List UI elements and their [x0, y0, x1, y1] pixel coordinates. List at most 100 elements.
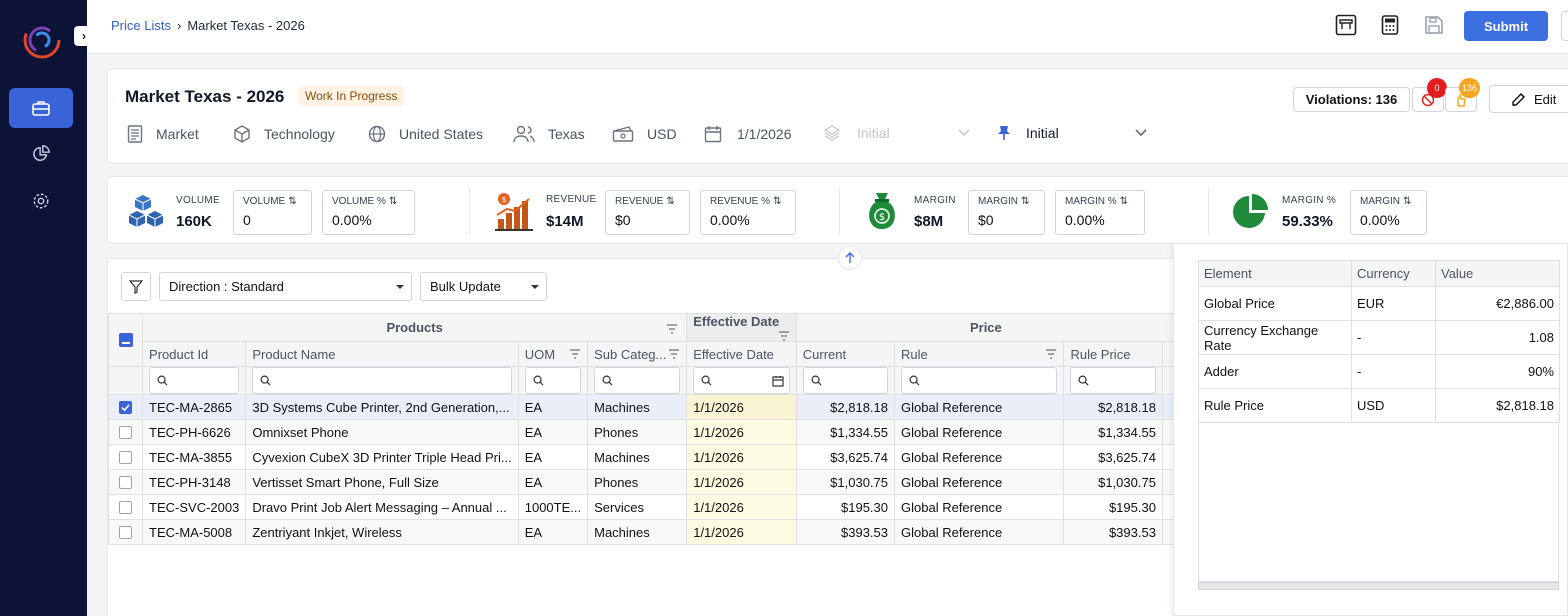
- row-select-cell[interactable]: [107, 469, 144, 495]
- cell-sub-category[interactable]: Machines: [587, 444, 688, 470]
- revenue-pct-box[interactable]: REVENUE % ⇅ 0.00%: [700, 190, 796, 235]
- col-sub-category[interactable]: Sub Categ...: [587, 341, 688, 367]
- cell-sub-category[interactable]: Services: [587, 494, 688, 520]
- app-logo[interactable]: [22, 20, 62, 60]
- cell-effective-date[interactable]: 1/1/2026: [686, 469, 797, 495]
- filter-effective-date-input[interactable]: [693, 367, 790, 394]
- cell-rule-price[interactable]: $1,334.55: [1063, 419, 1163, 445]
- select-all-cell[interactable]: [107, 313, 144, 367]
- cell-uom[interactable]: 1000TE...: [517, 494, 589, 520]
- filter-button[interactable]: [121, 272, 151, 301]
- filter-product-id-input[interactable]: [149, 367, 240, 394]
- cell-rule-price[interactable]: $3,625.74: [1063, 444, 1163, 470]
- filter-lines-icon[interactable]: [1045, 348, 1057, 359]
- cell-current[interactable]: $393.53: [795, 519, 896, 545]
- cell-product-name[interactable]: 3D Systems Cube Printer, 2nd Generation,…: [245, 394, 519, 420]
- submit-button[interactable]: Submit: [1464, 11, 1548, 41]
- revenue-change-box[interactable]: REVENUE ⇅ $0: [605, 190, 690, 235]
- violations-warning-button[interactable]: 136: [1445, 78, 1480, 112]
- cell-rule[interactable]: Global Reference: [894, 394, 1065, 420]
- cell-sub-category[interactable]: Machines: [587, 394, 688, 420]
- row-checkbox[interactable]: [119, 475, 133, 489]
- cell-effective-date[interactable]: 1/1/2026: [686, 444, 797, 470]
- cell-rule[interactable]: Global Reference: [894, 444, 1065, 470]
- cell-rule-price[interactable]: $2,818.18: [1063, 394, 1163, 420]
- table-row[interactable]: TEC-MA-5008 Zentriyant Inkjet, Wireless …: [107, 519, 1177, 545]
- col-uom[interactable]: UOM: [517, 341, 589, 367]
- table-row[interactable]: TEC-MA-3855 Cyvexion CubeX 3D Printer Tr…: [107, 444, 1177, 470]
- col-product-name[interactable]: Product Name: [245, 341, 519, 367]
- bulk-update-select[interactable]: Bulk Update: [420, 272, 547, 301]
- cell-rule-price[interactable]: $1,030.75: [1063, 469, 1163, 495]
- row-select-cell[interactable]: [107, 519, 144, 545]
- row-select-cell[interactable]: [107, 494, 144, 520]
- col-current[interactable]: Current: [795, 341, 896, 367]
- filter-lines-icon[interactable]: [778, 331, 790, 341]
- nav-analytics[interactable]: [9, 134, 73, 174]
- margin-change-box[interactable]: MARGIN ⇅ $0: [968, 190, 1045, 235]
- cell-sub-category[interactable]: Machines: [587, 519, 688, 545]
- row-select-cell[interactable]: [107, 444, 144, 470]
- cell-product-name[interactable]: Vertisset Smart Phone, Full Size: [245, 469, 519, 495]
- filter-sub-category-input[interactable]: [594, 367, 681, 394]
- cell-effective-date[interactable]: 1/1/2026: [686, 494, 797, 520]
- edit-button[interactable]: Edit: [1489, 85, 1568, 113]
- cell-current[interactable]: $3,625.74: [795, 444, 896, 470]
- cell-product-id[interactable]: TEC-MA-3855: [142, 444, 247, 470]
- cell-product-id[interactable]: TEC-SVC-2003: [142, 494, 247, 520]
- cell-product-name[interactable]: Omnixset Phone: [245, 419, 519, 445]
- table-row[interactable]: TEC-MA-2865 3D Systems Cube Printer, 2nd…: [107, 394, 1177, 420]
- margin-pct-change-box[interactable]: MARGIN ⇅ 0.00%: [1350, 190, 1427, 235]
- horizontal-scrollbar[interactable]: [1198, 582, 1559, 590]
- direction-select[interactable]: Direction : Standard: [159, 272, 412, 301]
- table-row[interactable]: TEC-PH-6626 Omnixset Phone EA Phones 1/1…: [107, 419, 1177, 445]
- col-rule[interactable]: Rule: [894, 341, 1065, 367]
- cell-current[interactable]: $1,334.55: [795, 419, 896, 445]
- cell-uom[interactable]: EA: [517, 444, 589, 470]
- row-checkbox[interactable]: [119, 500, 133, 514]
- cell-product-id[interactable]: TEC-PH-3148: [142, 469, 247, 495]
- margin-pct-box[interactable]: MARGIN % ⇅ 0.00%: [1055, 190, 1145, 235]
- cell-product-id[interactable]: TEC-PH-6626: [142, 419, 247, 445]
- violations-button[interactable]: Violations: 136: [1293, 87, 1410, 112]
- row-select-cell[interactable]: [107, 419, 144, 445]
- volume-change-box[interactable]: VOLUME ⇅ 0: [233, 190, 312, 235]
- filter-lines-icon[interactable]: [666, 324, 678, 334]
- cell-rule[interactable]: Global Reference: [894, 519, 1065, 545]
- cell-uom[interactable]: EA: [517, 519, 589, 545]
- col-rule-price[interactable]: Rule Price: [1063, 341, 1163, 367]
- col-value[interactable]: Value: [1435, 260, 1560, 287]
- nav-settings[interactable]: [9, 181, 73, 221]
- cell-product-id[interactable]: TEC-MA-5008: [142, 519, 247, 545]
- row-checkbox[interactable]: [119, 450, 133, 464]
- cell-current[interactable]: $2,818.18: [795, 394, 896, 420]
- cell-sub-category[interactable]: Phones: [587, 419, 688, 445]
- cell-effective-date[interactable]: 1/1/2026: [686, 394, 797, 420]
- cell-current[interactable]: $195.30: [795, 494, 896, 520]
- cell-uom[interactable]: EA: [517, 419, 589, 445]
- col-element[interactable]: Element: [1198, 260, 1352, 287]
- filter-lines-icon[interactable]: [569, 348, 581, 359]
- cell-uom[interactable]: EA: [517, 394, 589, 420]
- cell-current[interactable]: $1,030.75: [795, 469, 896, 495]
- more-button[interactable]: [1561, 11, 1568, 41]
- nav-price-lists[interactable]: [9, 88, 73, 128]
- cell-effective-date[interactable]: 1/1/2026: [686, 519, 797, 545]
- cell-product-id[interactable]: TEC-MA-2865: [142, 394, 247, 420]
- calculator-button[interactable]: [1378, 13, 1402, 37]
- col-product-id[interactable]: Product Id: [142, 341, 247, 367]
- select-all-checkbox[interactable]: [118, 333, 133, 347]
- col-effective-date[interactable]: Effective Date: [686, 341, 797, 367]
- row-checkbox[interactable]: [119, 525, 133, 539]
- volume-pct-box[interactable]: VOLUME % ⇅ 0.00%: [322, 190, 415, 235]
- cell-uom[interactable]: EA: [517, 469, 589, 495]
- cell-rule[interactable]: Global Reference: [894, 469, 1065, 495]
- filter-lines-icon[interactable]: [668, 348, 680, 359]
- store-button[interactable]: [1334, 13, 1358, 37]
- filter-product-name-input[interactable]: [252, 367, 512, 394]
- violations-error-button[interactable]: 0: [1412, 78, 1447, 112]
- cell-rule[interactable]: Global Reference: [894, 419, 1065, 445]
- cell-product-name[interactable]: Cyvexion CubeX 3D Printer Triple Head Pr…: [245, 444, 519, 470]
- filter-uom-input[interactable]: [524, 367, 582, 394]
- table-row[interactable]: TEC-SVC-2003 Dravo Print Job Alert Messa…: [107, 494, 1177, 520]
